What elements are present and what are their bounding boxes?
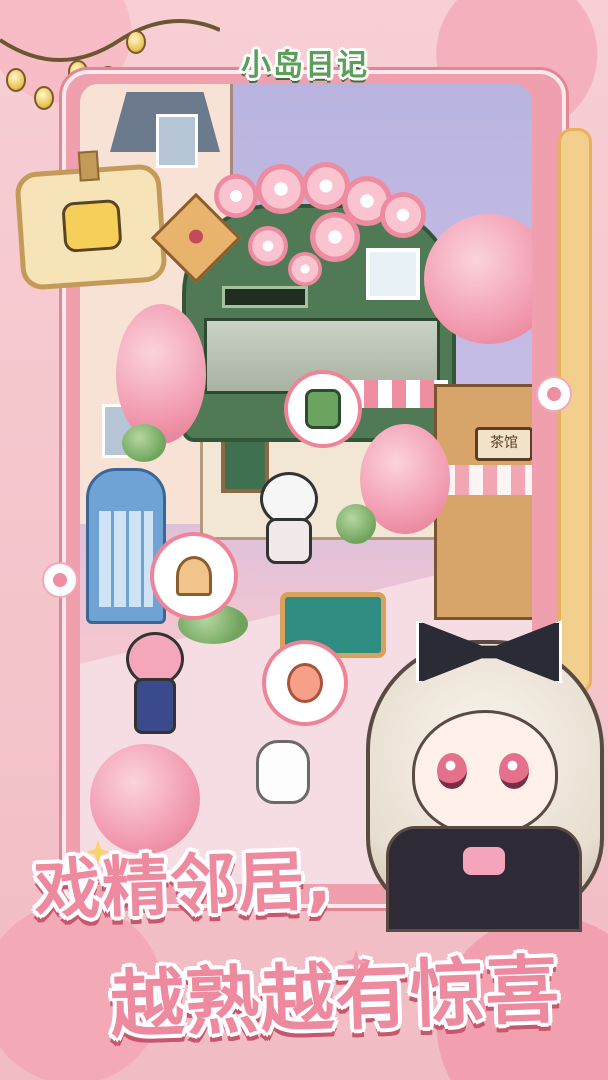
- mail-slot: [222, 286, 308, 308]
- character-rabbit[interactable]: [256, 740, 310, 804]
- light-bulb: [126, 30, 146, 54]
- gamer-girl-body: [266, 518, 312, 564]
- pink-girl-body: [134, 678, 176, 734]
- post-office-window: [366, 248, 420, 300]
- mascot-eye-right: [499, 753, 529, 789]
- sign-hook: [77, 150, 100, 182]
- character-gamer-girl[interactable]: [256, 472, 318, 564]
- cherry-tree: [90, 744, 200, 854]
- mascot-face: [412, 710, 558, 836]
- roof-blossom: [380, 192, 426, 238]
- roof-blossom: [310, 212, 360, 262]
- roof-blossom: [248, 226, 288, 266]
- smiley-mail-icon: [61, 198, 123, 253]
- phone-booth-glass: [99, 511, 153, 607]
- cherry-tree: [116, 304, 206, 444]
- mascot-eye-left: [437, 753, 467, 789]
- flower-decoration-icon: [536, 376, 572, 412]
- request-bubble[interactable]: [262, 640, 348, 726]
- character-pink-hair-girl[interactable]: [124, 632, 184, 734]
- mascot-dress: [386, 826, 582, 932]
- light-bulb: [6, 68, 26, 92]
- flower-decoration-icon: [42, 562, 78, 598]
- game-logo: 小岛日记: [224, 34, 386, 90]
- mascot-ribbon: [463, 847, 505, 875]
- request-bubble[interactable]: [284, 370, 362, 448]
- townhouse-window: [156, 114, 198, 168]
- request-bubble[interactable]: [150, 532, 238, 620]
- tea-house-sign: 茶馆: [475, 427, 532, 461]
- mailbox-sign[interactable]: [14, 150, 168, 291]
- mascot-girl: [356, 600, 608, 932]
- phone-booth[interactable]: [86, 468, 166, 624]
- roof-blossom: [288, 252, 322, 286]
- flower-bush: [336, 504, 376, 544]
- tea-house: 茶馆: [427, 384, 532, 620]
- hydrangea-bush: [122, 424, 166, 462]
- ice-cream-icon: [176, 556, 212, 596]
- wax-seal: [186, 226, 206, 247]
- light-bulb: [34, 86, 54, 110]
- roof-blossom: [214, 174, 258, 218]
- logo-text: 小岛日记: [241, 48, 369, 83]
- bouquet-icon: [287, 663, 323, 703]
- drink-icon: [305, 389, 341, 429]
- roof-blossom: [256, 164, 306, 214]
